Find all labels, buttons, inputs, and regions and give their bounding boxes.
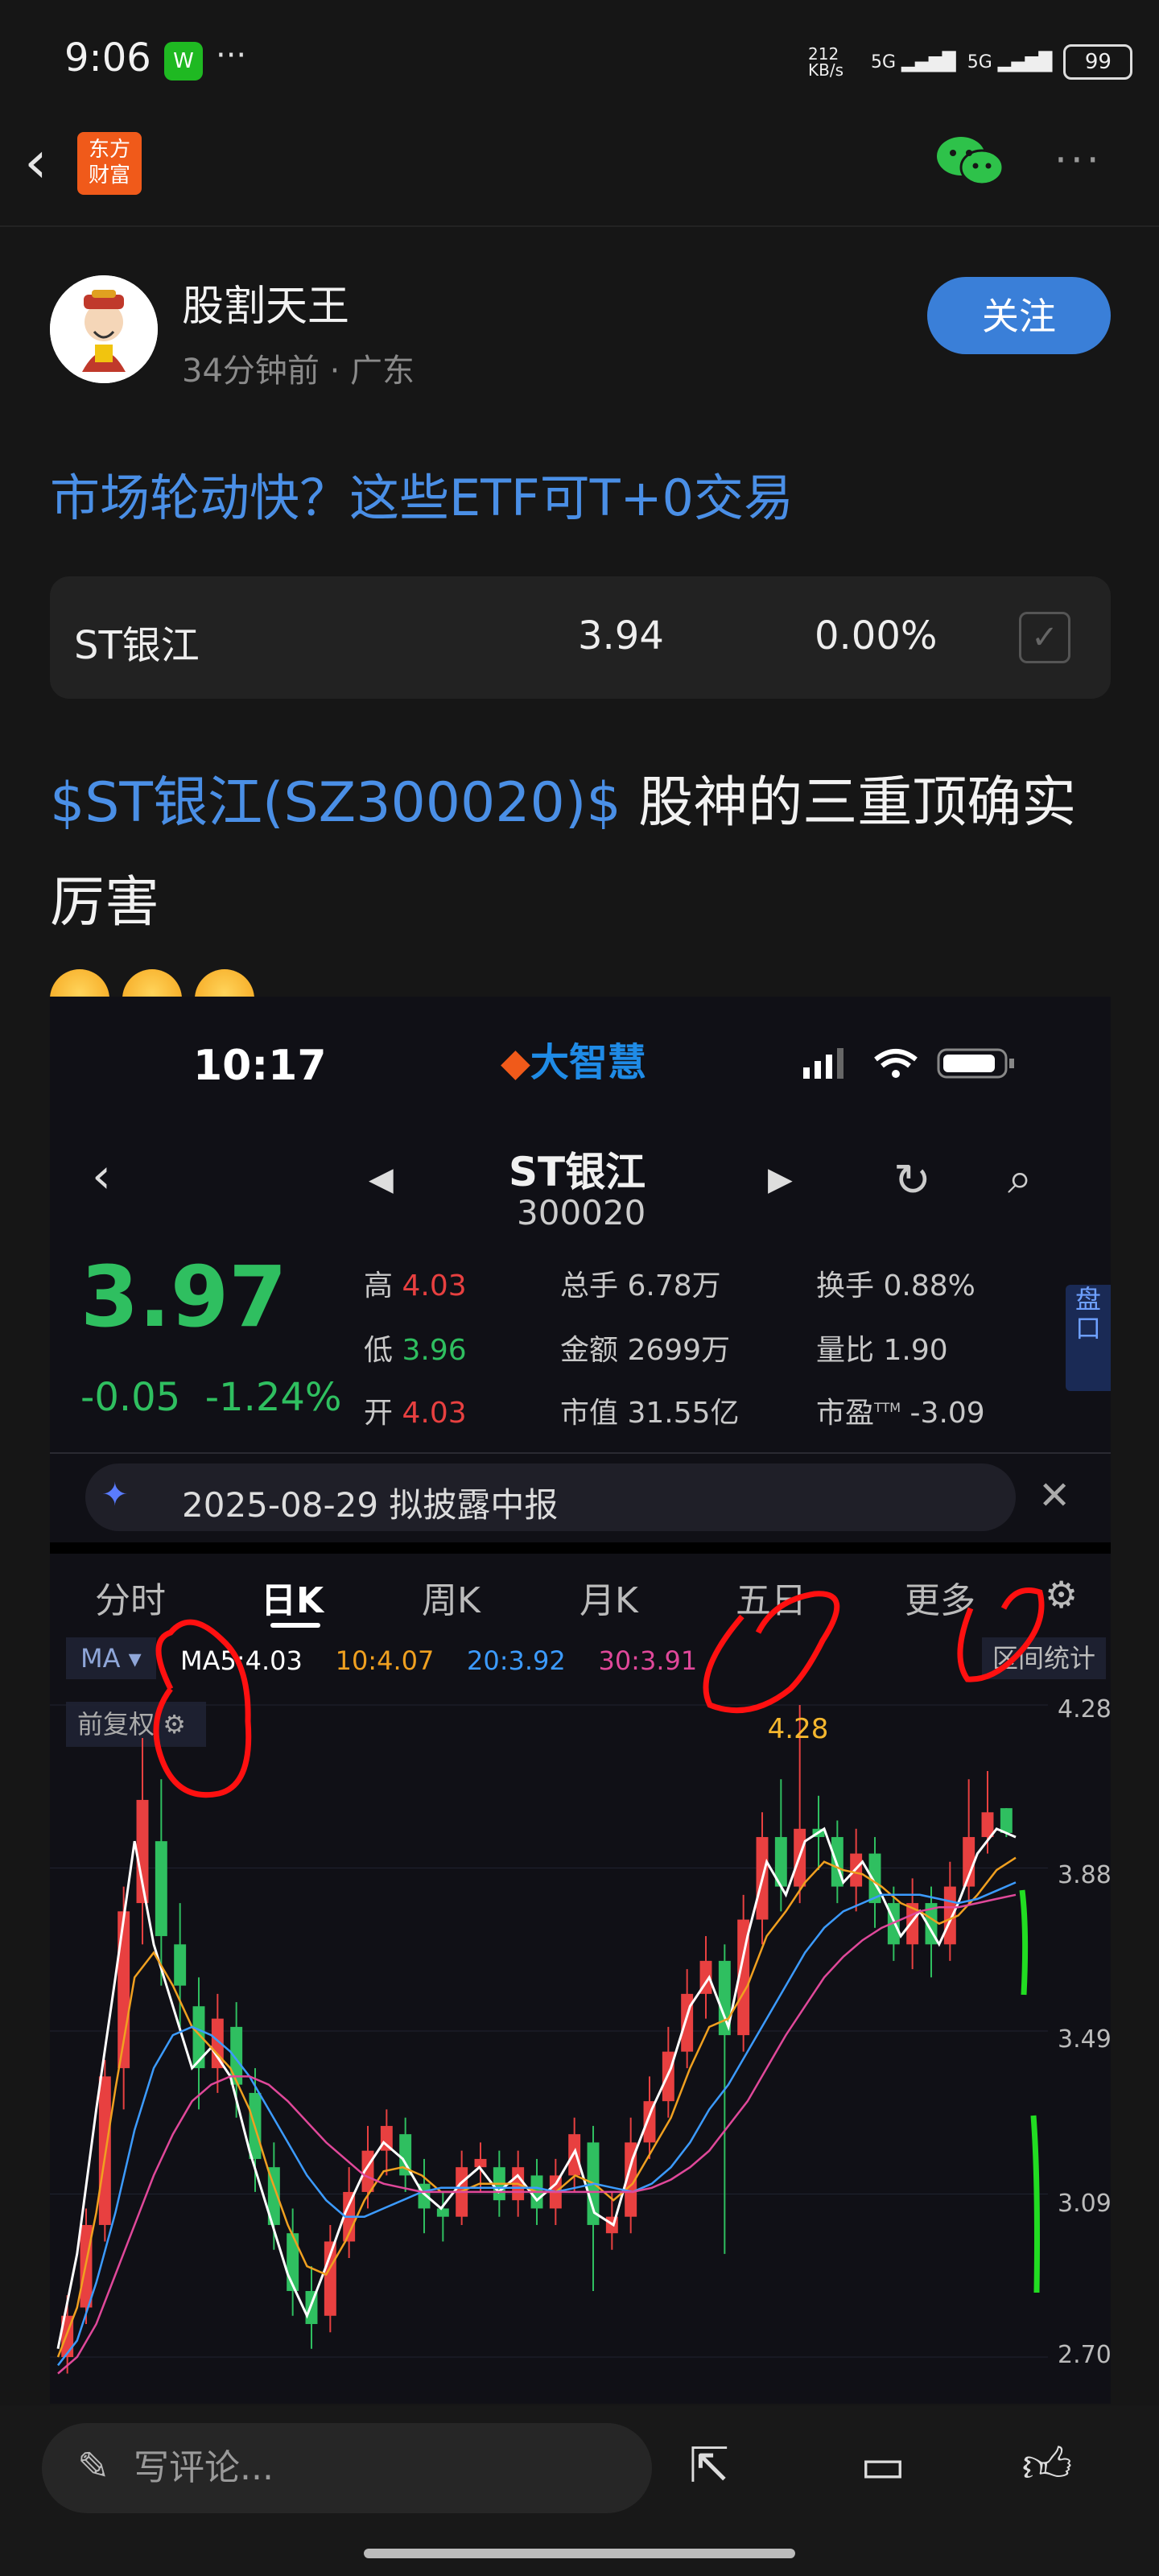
red-circle-annotation [153, 1619, 252, 1798]
add-watchlist-checkbox[interactable]: ✓ [1019, 612, 1070, 663]
more-notifications-icon: ··· [216, 37, 247, 74]
stock-card-change: 0.00% [815, 613, 938, 658]
author-name[interactable]: 股割天王 [182, 272, 349, 332]
battery-icon: 99 [1063, 44, 1133, 80]
signal-icon-2: 5G ▂▄▆█ [967, 52, 1053, 72]
red-circle-annotation [957, 1587, 1045, 1682]
home-indicator [364, 2549, 795, 2558]
app-logo: 东方 财富 [77, 132, 142, 195]
stock-cashtag[interactable]: $ST银江(SZ300020)$ [50, 771, 621, 835]
follow-button[interactable]: 关注 [927, 277, 1111, 354]
pen-icon: ✎ [77, 2444, 110, 2489]
back-icon[interactable]: ‹ [24, 133, 64, 191]
green-stroke-annotation [1030, 2115, 1040, 2293]
status-indicators: 212 KB/s 5G ▂▄▆█ 5G ▂▄▆█ 99 [808, 40, 1133, 84]
stock-card-price: 3.94 [578, 613, 664, 658]
green-stroke-annotation [1019, 1889, 1029, 1996]
more-options-icon[interactable]: ··· [1054, 137, 1103, 184]
avatar[interactable] [50, 275, 158, 383]
promo-link[interactable]: 市场轮动快？这些ETF可T+0交易 [50, 457, 794, 530]
signal-icon: 5G ▂▄▆█ [871, 52, 956, 72]
like-thumb-icon[interactable]: 👍︎ [1011, 2429, 1083, 2502]
post-image-screenshot[interactable]: 10:17 ◆大智慧 ‹ ◀ ST银江 300020 ▶ ↻ ⌕ 3.97 -0… [50, 997, 1111, 2404]
share-icon[interactable]: ⇱ [673, 2429, 745, 2502]
comment-icon[interactable]: ▭ [847, 2429, 919, 2502]
stock-card-name: ST银江 [74, 623, 200, 668]
wechat-notification-icon: W [164, 42, 203, 80]
wechat-share-icon[interactable] [934, 134, 1006, 190]
hand-annotations [153, 1587, 1045, 2293]
stock-card[interactable]: ST银江 3.94 0.00% ✓ [50, 576, 1111, 699]
nav-divider [0, 225, 1159, 227]
post-meta: 34分钟前 · 广东 [182, 353, 415, 390]
status-time: 9:06 [64, 35, 151, 80]
network-speed: 212 KB/s [808, 44, 843, 80]
red-circle-annotation [703, 1591, 840, 1714]
comment-input[interactable]: 写评论... [42, 2423, 652, 2513]
